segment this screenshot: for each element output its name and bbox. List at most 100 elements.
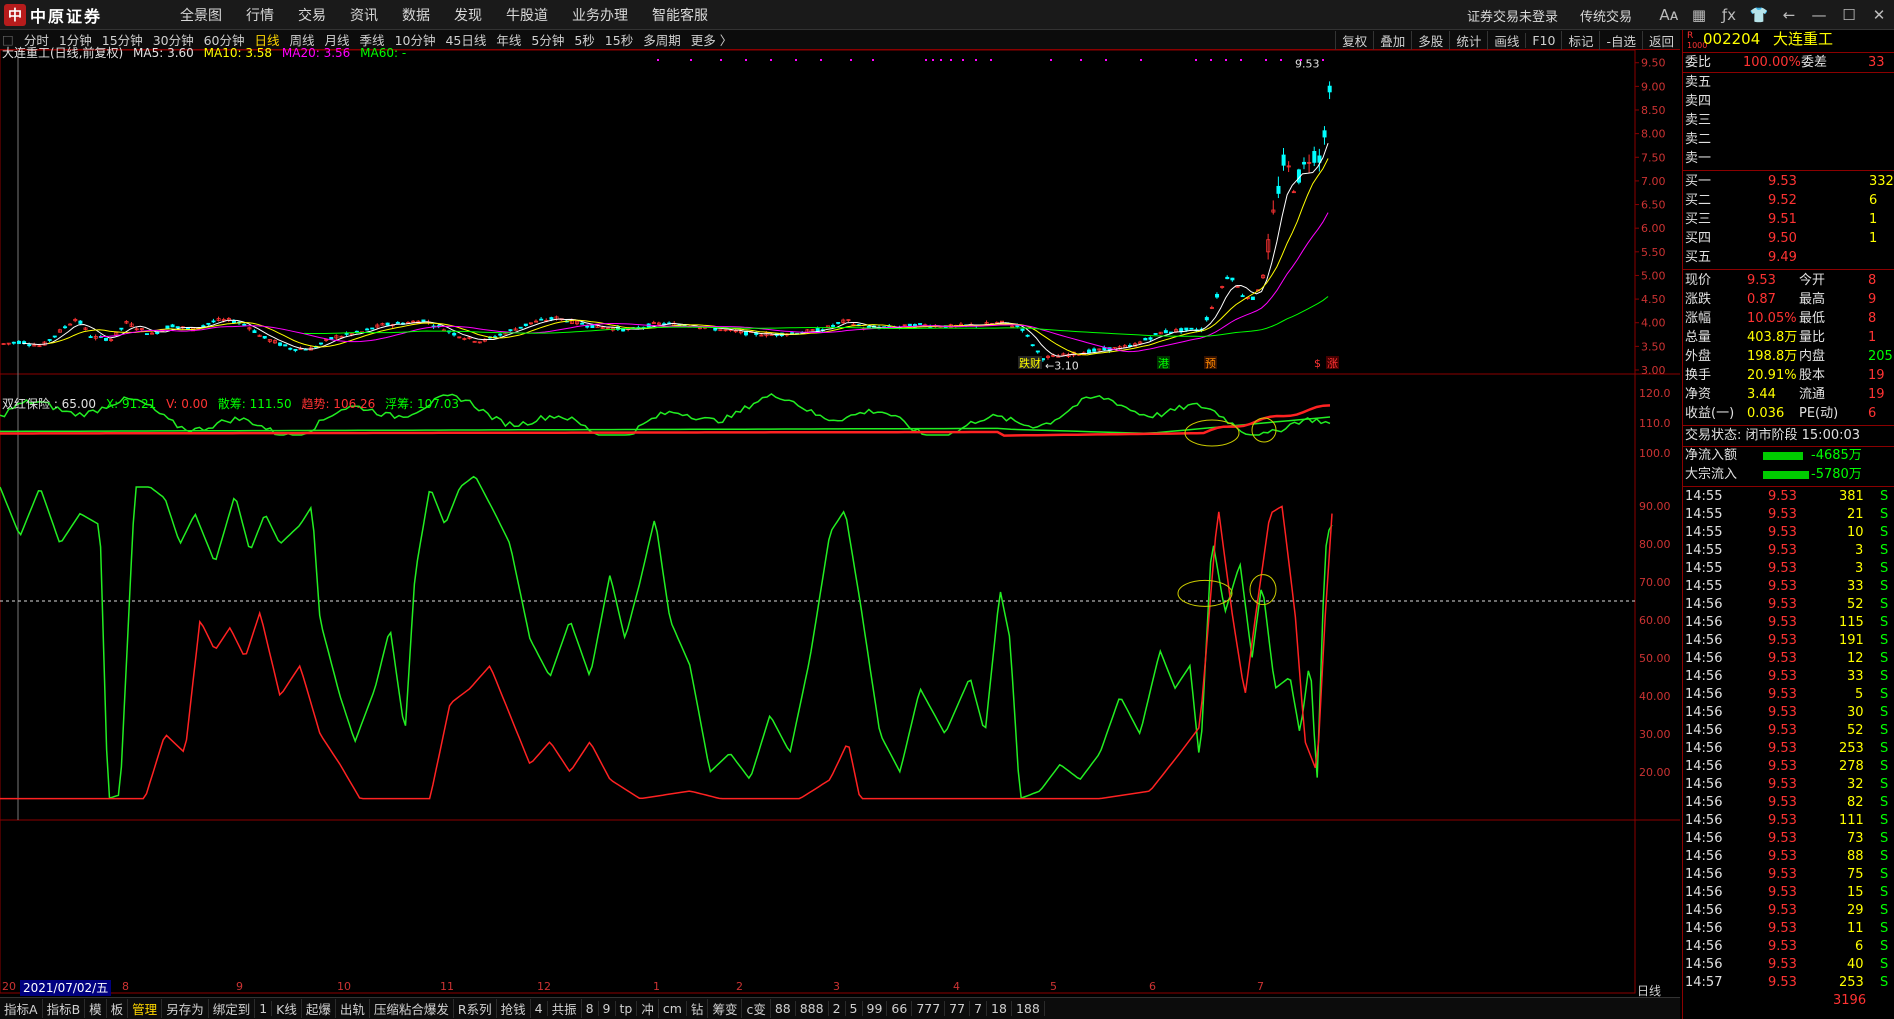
indicator-tab[interactable]: 模 [85, 999, 107, 1018]
tool-button[interactable]: 复权 [1335, 30, 1373, 50]
indicator-tab[interactable]: 钻 [687, 999, 709, 1018]
period-tab[interactable]: 45日线 [445, 30, 486, 49]
period-tab[interactable]: 多周期 [643, 30, 681, 49]
kline-chart-svg[interactable]: 9.50 9.00 8.50 8.00 7.50 7.00 6.50 6.00 5.50 5.00… [0, 50, 1680, 995]
indicator-tab[interactable]: 冲 [637, 999, 659, 1018]
formula-icon[interactable]: ƒx [1714, 6, 1744, 24]
tool-button[interactable]: 叠加 [1373, 30, 1411, 50]
mode-link[interactable]: 传统交易 [1580, 6, 1632, 25]
indicator-tab[interactable]: 出轨 [336, 999, 370, 1018]
indicator-tab[interactable]: 压缩粘合爆发 [370, 999, 454, 1018]
login-status-link[interactable]: 证券交易未登录 [1467, 6, 1558, 25]
indicator-tab[interactable]: 1 [255, 1001, 273, 1016]
indicator-tab[interactable]: 另存为 [162, 999, 209, 1018]
candle-body [144, 333, 149, 336]
minimize-icon[interactable]: — [1804, 6, 1834, 24]
indicator-tab[interactable]: 起爆 [302, 999, 336, 1018]
tick-price: 9.53 [1768, 705, 1797, 720]
chart-area[interactable]: 9.50 9.00 8.50 8.00 7.50 7.00 6.50 6.00 5.50 5.00… [0, 46, 1680, 995]
tick-side: S [1880, 579, 1889, 594]
nav-item[interactable]: 全景图 [180, 5, 222, 25]
indicator-tab[interactable]: 18 [987, 1001, 1012, 1016]
event-tag[interactable]: $ [1314, 357, 1321, 370]
nav-item[interactable]: 业务办理 [572, 5, 628, 25]
stat-value: 403.8万 [1747, 330, 1798, 345]
indicator-tab[interactable]: K线 [272, 999, 302, 1018]
nav-item[interactable]: 牛股道 [506, 5, 548, 25]
tool-button[interactable]: 多股 [1411, 30, 1449, 50]
event-tag[interactable]: 涨 [1327, 357, 1338, 370]
candle-body [252, 330, 257, 334]
signal-dot [1280, 59, 1282, 61]
period-tab[interactable]: 更多 〉 [691, 30, 732, 49]
indicator-tab[interactable]: 绑定到 [209, 999, 256, 1018]
indicator-tab[interactable]: 777 [912, 1001, 946, 1016]
indicator-tab[interactable]: 77 [945, 1001, 971, 1016]
period-tab[interactable]: 5分钟 [531, 30, 564, 49]
tool-button[interactable]: 统计 [1449, 30, 1487, 50]
big-inflow-bar [1763, 471, 1809, 479]
indicator-tab[interactable]: c变 [742, 999, 771, 1018]
indicator-tab[interactable]: 8 [582, 1001, 599, 1016]
indicator-tab[interactable]: 7 [970, 1001, 988, 1016]
indicator-tab[interactable]: 88 [771, 1001, 796, 1016]
price-axis-label: 3.50 [1641, 340, 1666, 353]
indicator-tab[interactable]: 66 [887, 1001, 913, 1016]
tick-price: 9.53 [1768, 831, 1797, 846]
nav-item[interactable]: 交易 [298, 5, 326, 25]
tool-button[interactable]: F10 [1525, 32, 1561, 48]
tool-button[interactable]: 返回 [1641, 30, 1680, 50]
nav-item[interactable]: 发现 [454, 5, 482, 25]
nav-item[interactable]: 资讯 [350, 5, 378, 25]
indicator-tab[interactable]: 指标B [43, 999, 86, 1018]
maximize-icon[interactable]: ☐ [1834, 6, 1864, 24]
indicator-tab[interactable]: 板 [107, 999, 129, 1018]
tool-button[interactable]: 画线 [1487, 30, 1525, 50]
indicator-tab[interactable]: cm [659, 1001, 687, 1016]
top-right-controls: 证券交易未登录 传统交易 Aᴀ ▦ ƒx 👕 ← — ☐ ✕ [1467, 0, 1894, 30]
tick-volume: 115 [1839, 615, 1864, 630]
period-tab[interactable]: 年线 [496, 30, 521, 49]
indicator-tab[interactable]: 888 [796, 1001, 829, 1016]
tick-time: 14:56 [1685, 759, 1723, 774]
indicator-tab[interactable]: 188 [1012, 1001, 1045, 1016]
tick-row: 14:56 9.53 40 S [1683, 956, 1894, 974]
candle-body [790, 332, 795, 335]
nav-item[interactable]: 行情 [246, 5, 274, 25]
indicator-tab[interactable]: 9 [599, 1001, 616, 1016]
indicator-tab[interactable]: 管理 [128, 999, 163, 1018]
indicator-tab[interactable]: 指标A [0, 999, 43, 1018]
indicator-tab[interactable]: 99 [863, 1001, 888, 1016]
bid-volume: 1 [1869, 212, 1878, 227]
tick-time: 14:55 [1685, 543, 1723, 558]
skin-icon[interactable]: 👕 [1744, 6, 1774, 24]
period-tab[interactable]: 5秒 [574, 30, 594, 49]
tool-button[interactable]: 标记 [1561, 30, 1599, 50]
font-size-icon[interactable]: Aᴀ [1654, 6, 1684, 24]
net-inflow-bar [1763, 452, 1803, 460]
main-legend-title: 大连重工(日线,前复权) [2, 46, 124, 60]
event-tag[interactable]: 港 [1158, 357, 1169, 370]
indicator-tab[interactable]: tp [616, 1001, 638, 1016]
indicator-tab[interactable]: 2 [829, 1001, 846, 1016]
tick-row: 14:55 9.53 10 S [1683, 524, 1894, 542]
candle-body [185, 327, 190, 330]
back-icon[interactable]: ← [1774, 6, 1804, 24]
indicator-tab[interactable]: 共振 [548, 999, 582, 1018]
nav-item[interactable]: 数据 [402, 5, 430, 25]
tick-price: 9.53 [1768, 651, 1797, 666]
indicator-tab[interactable]: 筹变 [708, 999, 743, 1018]
logo-text: 中原证券 [30, 7, 103, 26]
event-tag[interactable]: 跌财 [1019, 356, 1041, 370]
indicator-tab[interactable]: 4 [531, 1001, 548, 1016]
nav-item[interactable]: 智能客服 [652, 5, 708, 25]
grid-icon[interactable]: ▦ [1684, 6, 1714, 24]
period-tab[interactable]: 15秒 [605, 30, 633, 49]
tick-side: S [1880, 741, 1889, 756]
indicator-tab[interactable]: 抢钱 [497, 999, 531, 1018]
tool-button[interactable]: -自选 [1599, 30, 1642, 50]
event-tag[interactable]: 预 [1205, 357, 1216, 370]
indicator-tab[interactable]: 5 [846, 1001, 863, 1016]
close-icon[interactable]: ✕ [1864, 6, 1894, 24]
indicator-tab[interactable]: R系列 [454, 999, 497, 1018]
